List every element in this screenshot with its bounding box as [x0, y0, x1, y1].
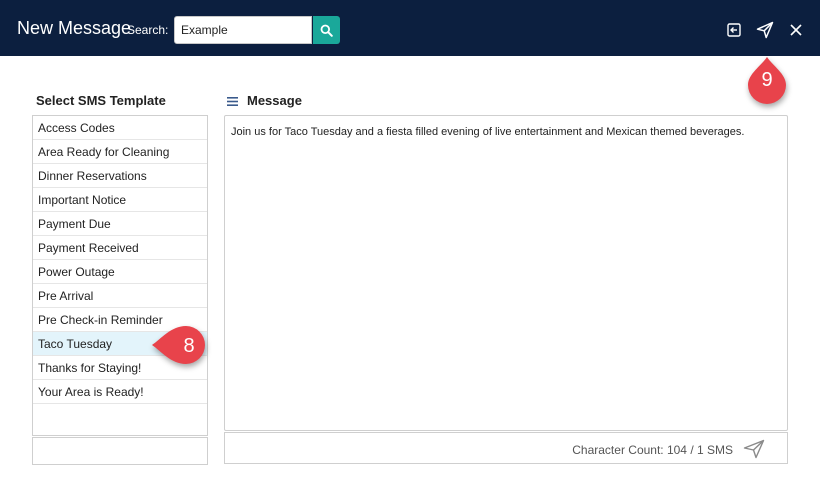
template-list-item[interactable]: Payment Received: [33, 236, 207, 260]
menu-icon[interactable]: [227, 96, 238, 107]
message-footer: Character Count: 104 / 1 SMS: [224, 432, 788, 464]
template-list-item[interactable]: Payment Due: [33, 212, 207, 236]
page-title: New Message: [17, 18, 132, 38]
message-textarea[interactable]: Join us for Taco Tuesday and a fiesta fi…: [224, 115, 788, 431]
search-input[interactable]: [174, 16, 312, 44]
character-count: Character Count: 104 / 1 SMS: [572, 443, 733, 457]
callout-number-8: 8: [183, 335, 195, 357]
template-list-item[interactable]: Access Codes: [33, 116, 207, 140]
template-list-title: Select SMS Template: [36, 93, 166, 108]
close-icon: [790, 24, 802, 36]
template-list-item[interactable]: Area Ready for Cleaning: [33, 140, 207, 164]
template-list-footer: [32, 437, 208, 465]
header-bar: New Message Search:: [0, 0, 820, 56]
search-label: Search:: [127, 23, 169, 37]
send-message-button[interactable]: [743, 439, 765, 459]
template-list-item[interactable]: Important Notice: [33, 188, 207, 212]
message-title: Message: [247, 93, 302, 108]
sign-out-icon: [727, 23, 741, 37]
template-list-item[interactable]: Your Area is Ready!: [33, 380, 207, 404]
template-list-item[interactable]: Pre Arrival: [33, 284, 207, 308]
template-list: Access Codes Area Ready for Cleaning Dinne…: [32, 115, 208, 436]
search-icon: [320, 24, 333, 37]
search-button[interactable]: [313, 16, 340, 44]
send-icon: [756, 21, 774, 39]
callout-number-9: 9: [761, 69, 773, 91]
template-list-item[interactable]: Dinner Reservations: [33, 164, 207, 188]
close-button[interactable]: [786, 20, 806, 40]
send-button[interactable]: [755, 20, 775, 40]
template-list-item[interactable]: Power Outage: [33, 260, 207, 284]
exit-button[interactable]: [724, 20, 744, 40]
